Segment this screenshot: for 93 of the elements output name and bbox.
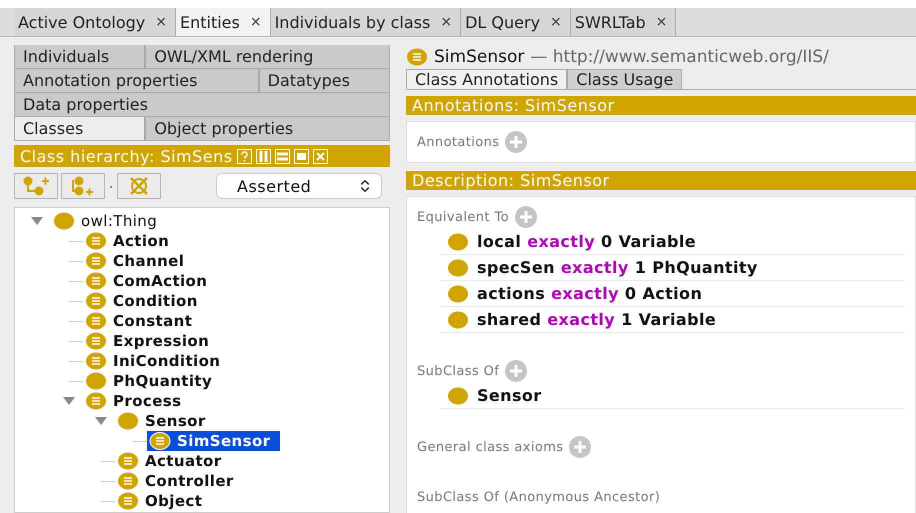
- help-icon[interactable]: [236, 148, 252, 164]
- entity-iri: — http://www.semanticweb.org/IIS/: [530, 47, 829, 67]
- ontology-tab[interactable]: SWRLTab ×: [570, 8, 676, 36]
- class-tree-item[interactable]: owl:Thing: [51, 211, 168, 231]
- class-tree-item[interactable]: Controller: [115, 471, 244, 491]
- defined-class-icon: [406, 48, 428, 66]
- view-select[interactable]: Asserted: [216, 173, 382, 199]
- section-label: Annotations: [417, 134, 500, 150]
- ontology-tab[interactable]: Individuals by class ×: [270, 8, 462, 36]
- class-tree-item[interactable]: ComAction: [83, 271, 218, 291]
- delete-class-button[interactable]: [117, 173, 161, 199]
- class-icon: [447, 310, 469, 328]
- section-label: Equivalent To: [417, 210, 509, 224]
- add-icon[interactable]: [514, 206, 537, 228]
- defined-class-icon: [85, 232, 107, 250]
- class-icon: [447, 284, 469, 302]
- defined-class-icon: [85, 252, 107, 270]
- class-tree-item[interactable]: PhQuantity: [83, 371, 222, 391]
- expand-toggle-icon[interactable]: [94, 416, 108, 426]
- add-sibling-button[interactable]: [61, 173, 105, 199]
- entity-tab[interactable]: Classes: [14, 117, 146, 141]
- class-tree-item[interactable]: Actuator: [115, 451, 232, 471]
- entity-tab[interactable]: Individuals: [14, 45, 146, 69]
- expand-toggle-icon[interactable]: [62, 396, 76, 406]
- defined-class-icon: [117, 452, 139, 470]
- class-icon: [85, 372, 107, 390]
- expand-toggle-icon[interactable]: [30, 216, 44, 226]
- class-icon: [447, 232, 469, 250]
- class-expression: local exactly 0 Variable: [477, 232, 696, 251]
- add-icon[interactable]: [505, 131, 528, 153]
- class-tree-item[interactable]: Process: [83, 391, 192, 411]
- class-name: Sensor: [477, 386, 542, 405]
- class-tree-item[interactable]: Channel: [83, 251, 194, 271]
- defined-class-icon: [85, 332, 107, 350]
- defined-class-icon: [85, 392, 107, 410]
- entity-tab[interactable]: Datatypes: [258, 69, 390, 93]
- section-label: General class axioms: [417, 440, 564, 454]
- class-tree-item[interactable]: IniCondition: [83, 351, 230, 371]
- class-tree-item[interactable]: Condition: [83, 291, 208, 311]
- class-icon: [447, 258, 469, 276]
- class-tree-item[interactable]: Sensor: [115, 411, 216, 431]
- split-horizontal-icon[interactable]: [274, 148, 290, 164]
- class-icon: [117, 412, 139, 430]
- section-label: SubClass Of: [417, 364, 500, 378]
- ontology-tab[interactable]: Active Ontology ×: [14, 8, 176, 36]
- close-icon[interactable]: [312, 148, 328, 164]
- defined-class-icon: [117, 492, 139, 510]
- section-label: SubClass Of (Anonymous Ancestor): [417, 490, 660, 504]
- defined-class-icon: [85, 272, 107, 290]
- ontology-tab[interactable]: DL Query ×: [461, 8, 571, 36]
- class-tree-item[interactable]: Constant: [83, 311, 202, 331]
- entity-tab[interactable]: Data properties: [14, 93, 390, 117]
- defined-class-icon: [85, 312, 107, 330]
- defined-class-icon: [149, 432, 171, 450]
- defined-class-icon: [85, 292, 107, 310]
- entity-tab[interactable]: Annotation properties: [14, 69, 259, 93]
- entity-tab[interactable]: OWL/XML rendering: [145, 45, 390, 69]
- class-expression: actions exactly 0 Action: [477, 284, 702, 303]
- class-expression: specSen exactly 1 PhQuantity: [477, 258, 758, 277]
- class-icon: [447, 386, 469, 404]
- delete-class-icon: [127, 176, 151, 196]
- add-subclass-button[interactable]: [14, 173, 58, 199]
- panel-title: Class hierarchy: SimSens: [20, 146, 233, 166]
- add-subclass-icon: [22, 176, 50, 196]
- class-tree-item[interactable]: Expression: [83, 331, 220, 351]
- ontology-tab[interactable]: Entities ×: [176, 8, 271, 36]
- view-tab[interactable]: Class Annotations: [406, 69, 568, 89]
- defined-class-icon: [85, 352, 107, 370]
- tab-label: SWRLTab: [574, 12, 646, 32]
- tab-label: Individuals by class: [274, 12, 430, 32]
- tab-label: DL Query: [465, 12, 540, 32]
- close-tab-button[interactable]: ×: [155, 14, 167, 30]
- view-tab[interactable]: Class Usage: [567, 69, 682, 89]
- section-header: Annotations: SimSensor: [406, 96, 916, 115]
- defined-class-icon: [117, 472, 139, 490]
- maximize-icon[interactable]: [294, 148, 309, 164]
- class-expression: shared exactly 1 Variable: [477, 310, 716, 329]
- section-header: Description: SimSensor: [406, 171, 916, 190]
- close-tab-button[interactable]: ×: [440, 14, 452, 30]
- close-tab-button[interactable]: ×: [250, 14, 262, 30]
- class-icon: [53, 212, 75, 230]
- class-tree-item[interactable]: Object: [115, 491, 212, 511]
- entity-name: SimSensor: [434, 47, 524, 67]
- class-tree-item[interactable]: Action: [83, 231, 180, 251]
- add-icon[interactable]: [505, 360, 528, 382]
- add-icon[interactable]: [569, 436, 592, 458]
- close-tab-button[interactable]: ×: [550, 14, 562, 30]
- close-tab-button[interactable]: ×: [656, 14, 668, 30]
- tab-label: Active Ontology: [18, 12, 146, 32]
- split-vertical-icon[interactable]: [256, 148, 271, 164]
- tab-label: Entities: [180, 12, 240, 32]
- class-tree-item[interactable]: SimSensor: [147, 431, 280, 451]
- entity-tab[interactable]: Object properties: [145, 117, 390, 141]
